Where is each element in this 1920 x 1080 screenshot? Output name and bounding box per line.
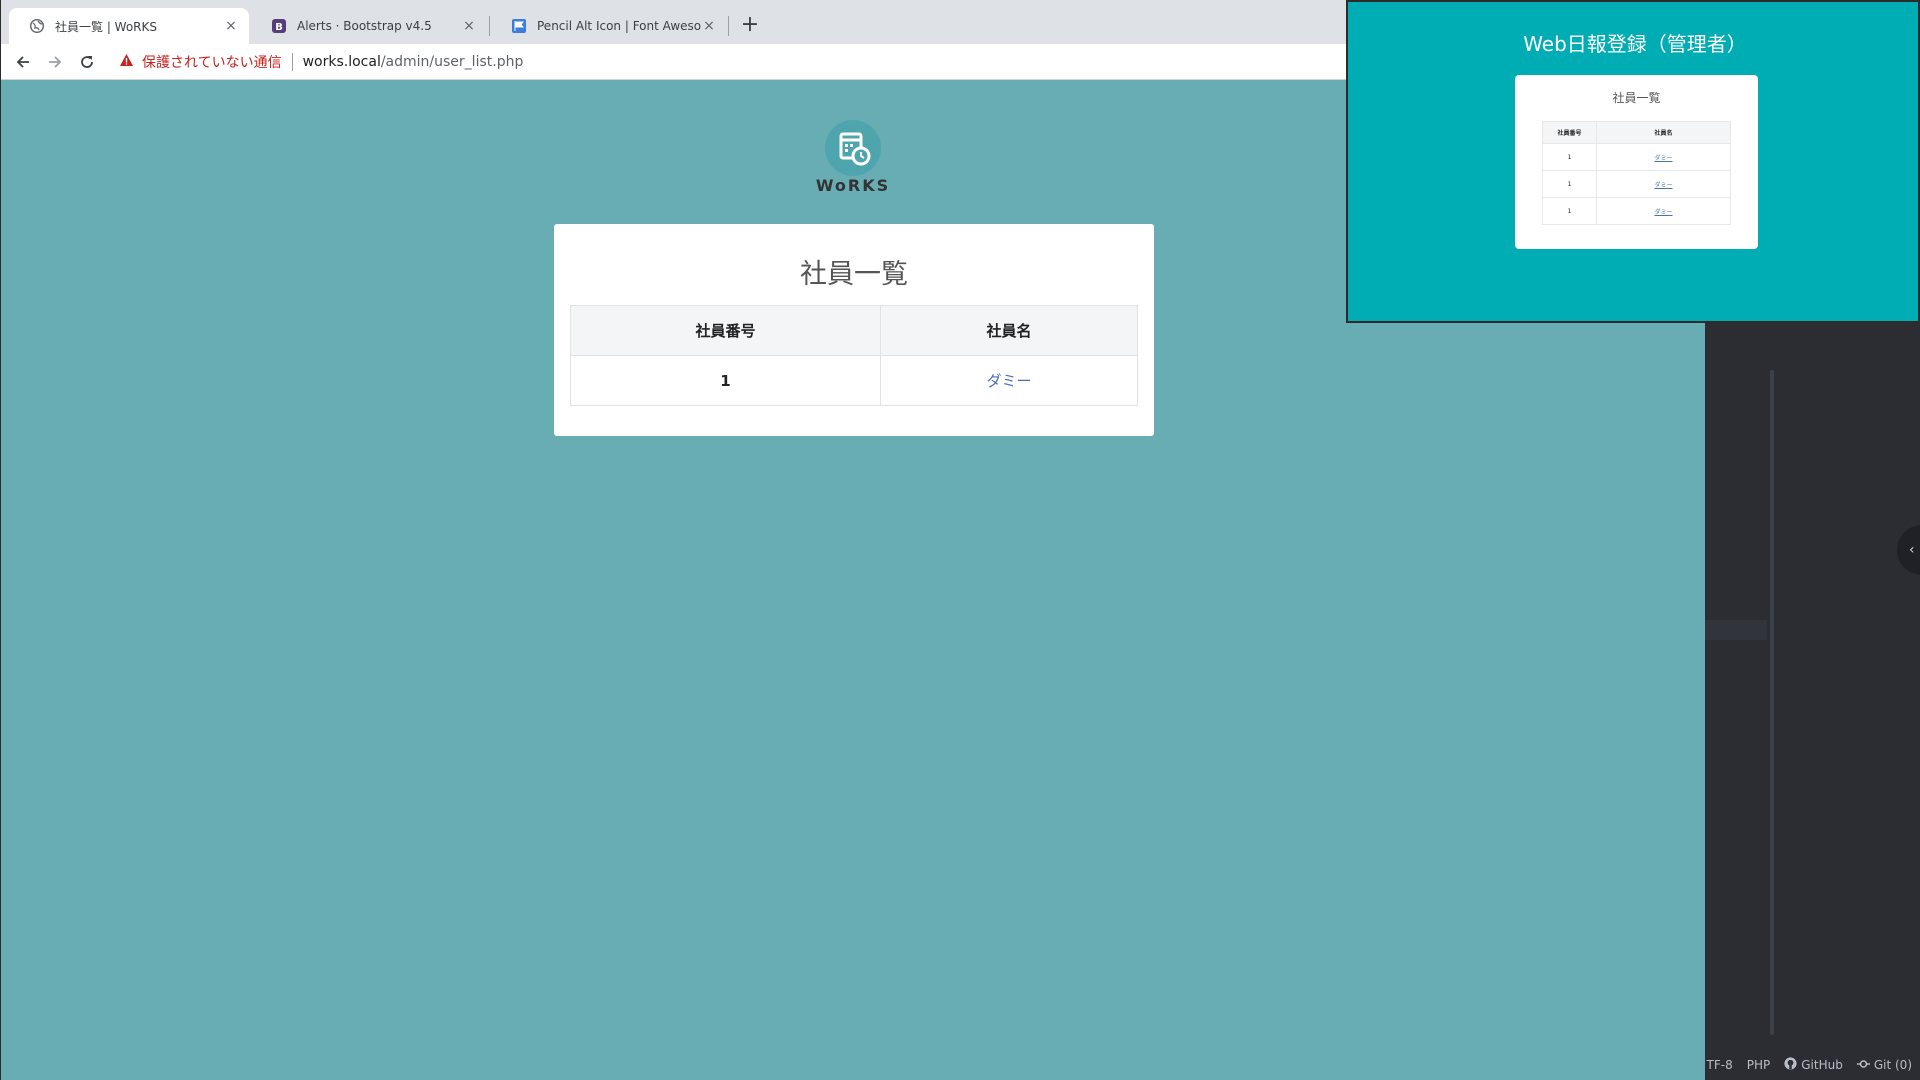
editor-panel xyxy=(1705,320,1920,1080)
github-label: GitHub xyxy=(1801,1058,1843,1072)
mini-name-link[interactable]: ダミー xyxy=(1654,182,1672,189)
encoding-status[interactable]: TF-8 xyxy=(1707,1058,1733,1072)
github-status[interactable]: GitHub xyxy=(1784,1057,1843,1073)
security-label: 保護されていない通信 xyxy=(142,55,282,71)
tab-title: Alerts · Bootstrap v4.5 xyxy=(297,19,432,33)
table-header-row: 社員番号 社員名 xyxy=(1542,121,1731,144)
mini-name-link[interactable]: ダミー xyxy=(1654,209,1672,216)
bootstrap-icon: B xyxy=(271,18,287,34)
employee-number-cell: 1 xyxy=(570,355,881,406)
tab-title: Pencil Alt Icon | Font Awesome xyxy=(537,19,701,33)
url-host: works.local xyxy=(302,54,381,70)
reload-icon[interactable] xyxy=(73,48,101,76)
employee-name-link[interactable]: ダミー xyxy=(986,372,1031,390)
close-tab-icon[interactable]: × xyxy=(701,18,717,34)
back-icon[interactable] xyxy=(9,48,37,76)
table-header-row: 社員番号 社員名 xyxy=(570,305,1138,356)
editor-line-highlight xyxy=(1705,620,1767,640)
tab-bootstrap-alerts[interactable]: B Alerts · Bootstrap v4.5 × xyxy=(251,8,487,44)
language-status[interactable]: PHP xyxy=(1747,1058,1771,1072)
github-icon xyxy=(1784,1057,1797,1073)
mini-card-title: 社員一覧 xyxy=(1612,91,1661,105)
git-status[interactable]: Git (0) xyxy=(1856,1058,1912,1072)
table-row: 1 ダミー xyxy=(1542,143,1731,171)
table-row: 1 ダミー xyxy=(1542,170,1731,198)
globe-icon xyxy=(29,18,45,34)
mini-name-link[interactable]: ダミー xyxy=(1654,155,1672,162)
tab-title: 社員一覧 | WoRKS xyxy=(55,19,158,34)
git-commit-icon xyxy=(1856,1058,1870,1072)
address-divider xyxy=(291,53,293,71)
column-header-employee-name: 社員名 xyxy=(880,305,1138,356)
calendar-clock-icon xyxy=(825,120,881,176)
column-header-employee-number: 社員番号 xyxy=(570,305,881,356)
tab-divider xyxy=(728,16,729,36)
url-text: works.local/admin/user_list.php xyxy=(303,54,524,70)
mini-name-cell: ダミー xyxy=(1596,143,1731,171)
table-row: 1 ダミー xyxy=(570,355,1138,406)
flag-icon xyxy=(511,18,527,34)
tab-font-awesome[interactable]: Pencil Alt Icon | Font Awesome × xyxy=(491,8,727,44)
warning-icon xyxy=(119,53,134,71)
mini-number-cell: 1 xyxy=(1542,143,1597,171)
mini-column-header-name: 社員名 xyxy=(1596,121,1731,144)
close-tab-icon[interactable]: × xyxy=(461,18,477,34)
new-tab-button[interactable]: + xyxy=(736,12,764,40)
editor-status-bar: TF-8 PHP GitHub Git (0) xyxy=(1705,1050,1920,1080)
mini-number-cell: 1 xyxy=(1542,197,1597,225)
git-label: Git (0) xyxy=(1873,1058,1912,1072)
mini-column-header-number: 社員番号 xyxy=(1542,121,1597,144)
mini-user-list-card: 社員一覧 社員番号 社員名 1 ダミー 1 ダミー 1 ダミー xyxy=(1515,75,1758,249)
user-list-card: 社員一覧 社員番号 社員名 1 ダミー xyxy=(554,224,1154,436)
user-table: 社員番号 社員名 1 ダミー xyxy=(570,305,1138,406)
not-secure-indicator[interactable]: 保護されていない通信 xyxy=(109,52,282,72)
table-row: 1 ダミー xyxy=(1542,197,1731,225)
forward-icon[interactable] xyxy=(41,48,69,76)
svg-text:B: B xyxy=(275,22,283,33)
chevron-left-icon: ‹ xyxy=(1909,542,1915,558)
preview-overlay: Web日報登録（管理者） 社員一覧 社員番号 社員名 1 ダミー 1 ダミー 1… xyxy=(1346,0,1920,323)
page-title: 社員一覧 xyxy=(800,259,908,290)
overlay-title: Web日報登録（管理者） xyxy=(1523,32,1747,56)
employee-name-cell: ダミー xyxy=(880,355,1138,406)
url-path: /admin/user_list.php xyxy=(380,54,524,70)
tab-divider xyxy=(489,16,490,36)
mini-name-cell: ダミー xyxy=(1596,170,1731,198)
logo-text: WoRKS xyxy=(815,176,891,195)
works-logo[interactable]: WoRKS xyxy=(813,120,893,200)
close-tab-icon[interactable]: × xyxy=(223,18,239,34)
mini-name-cell: ダミー xyxy=(1596,197,1731,225)
mini-user-table: 社員番号 社員名 1 ダミー 1 ダミー 1 ダミー xyxy=(1542,121,1731,225)
mini-number-cell: 1 xyxy=(1542,170,1597,198)
tab-user-list[interactable]: 社員一覧 | WoRKS × xyxy=(9,8,249,44)
editor-scrollbar[interactable] xyxy=(1770,370,1774,1035)
